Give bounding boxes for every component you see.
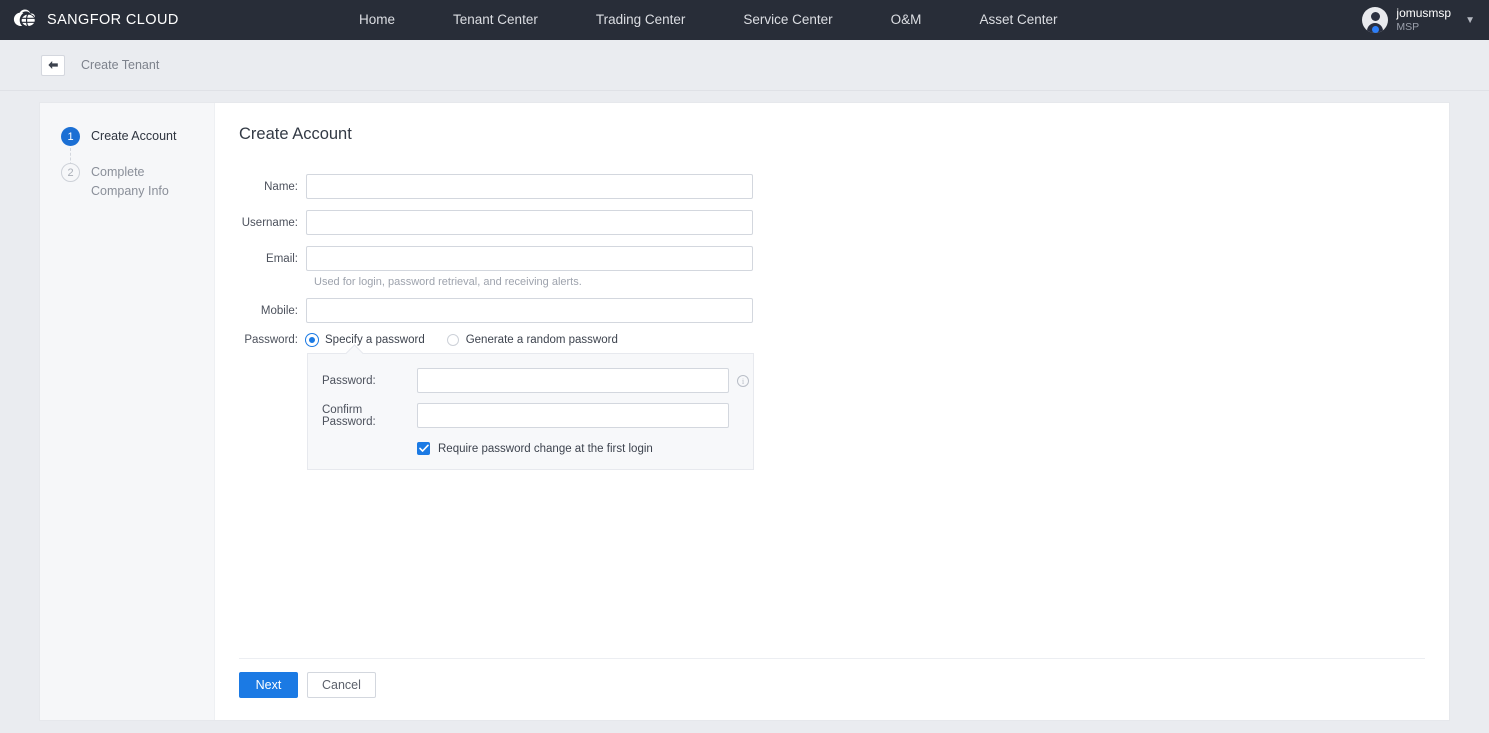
field-row-password: Password: i	[308, 368, 753, 393]
create-account-form-panel: Create Account Name: Username: Email: Us…	[215, 103, 1449, 720]
info-circle-icon[interactable]: i	[737, 374, 749, 387]
form-footer-actions: Next Cancel	[239, 658, 1425, 720]
nav-item-trading-center[interactable]: Trading Center	[567, 0, 715, 40]
nav-item-om[interactable]: O&M	[862, 0, 951, 40]
page-title: Create Account	[239, 125, 352, 143]
step-item-complete-company-info[interactable]: 2 Complete Company Info	[40, 163, 214, 201]
confirm-password-label: Confirm Password:	[322, 403, 376, 428]
nav-item-service-center[interactable]: Service Center	[714, 0, 861, 40]
user-avatar-icon	[1362, 7, 1389, 33]
step-number-badge: 1	[61, 127, 80, 146]
radio-unselected-icon	[446, 334, 459, 346]
cancel-button[interactable]: Cancel	[307, 672, 376, 698]
brand-name: SANGFOR CLOUD	[47, 12, 179, 28]
email-hint-text: Used for login, password retrieval, and …	[314, 276, 582, 288]
field-row-username: Username:	[239, 210, 1425, 235]
password-detail-panel: Password: i Confirm Password: Require pa…	[307, 353, 754, 470]
mobile-input[interactable]	[306, 298, 753, 323]
radio-selected-icon	[306, 334, 318, 346]
user-role: MSP	[1396, 20, 1420, 33]
mobile-label: Mobile:	[260, 304, 298, 317]
email-label: Email:	[266, 252, 298, 265]
user-name: jomusmsp	[1396, 6, 1452, 21]
brand-logo-area[interactable]: SANGFOR CLOUD	[0, 9, 330, 31]
password-mode-label: Password:	[244, 334, 298, 346]
username-input[interactable]	[306, 210, 753, 235]
create-tenant-card: 1 Create Account 2 Complete Company Info…	[40, 103, 1449, 720]
radio-label: Specify a password	[325, 334, 425, 346]
step-label: Create Account	[91, 129, 177, 143]
name-input[interactable]	[306, 174, 753, 199]
back-arrow-icon	[47, 60, 59, 70]
email-input[interactable]	[306, 246, 753, 271]
chevron-down-icon[interactable]: ▼	[1465, 15, 1475, 26]
breadcrumb-title: Create Tenant	[81, 58, 160, 72]
name-label: Name:	[264, 180, 298, 193]
nav-item-tenant-center[interactable]: Tenant Center	[424, 0, 567, 40]
back-button[interactable]	[41, 54, 65, 76]
password-label: Password:	[322, 374, 376, 387]
field-row-confirm-password: Confirm Password:	[308, 403, 753, 428]
user-info: jomusmsp MSP	[1396, 6, 1452, 33]
breadcrumb-bar: Create Tenant	[0, 40, 1489, 91]
page-content-wrapper: 1 Create Account 2 Complete Company Info…	[0, 91, 1489, 733]
user-menu[interactable]: jomusmsp MSP ▼	[1362, 0, 1479, 40]
form-body: Name: Username: Email: Used for login, p…	[239, 174, 1425, 658]
require-password-change-row: Require password change at the first log…	[308, 442, 753, 455]
step-number-badge: 2	[61, 163, 80, 182]
main-nav-links: Home Tenant Center Trading Center Servic…	[330, 0, 1086, 40]
step-label: Complete Company Info	[91, 165, 169, 198]
password-input[interactable]	[417, 368, 729, 393]
step-item-create-account[interactable]: 1 Create Account	[40, 127, 214, 170]
cloud-logo-icon	[12, 9, 38, 31]
require-password-change-checkbox[interactable]	[417, 442, 430, 455]
require-password-change-label: Require password change at the first log…	[438, 442, 653, 455]
username-label: Username:	[241, 216, 298, 229]
field-row-mobile: Mobile:	[239, 298, 1425, 323]
radio-generate-random-password[interactable]: Generate a random password	[446, 334, 618, 346]
nav-item-asset-center[interactable]: Asset Center	[950, 0, 1086, 40]
next-button[interactable]: Next	[239, 672, 298, 698]
confirm-password-input[interactable]	[417, 403, 729, 428]
step-rail: 1 Create Account 2 Complete Company Info	[40, 103, 215, 720]
field-row-name: Name:	[239, 174, 1425, 199]
field-row-email: Email:	[239, 246, 1425, 271]
radio-specify-password[interactable]: Specify a password	[306, 334, 425, 346]
field-row-password-mode: Password: Specify a password Generate a …	[239, 334, 1425, 346]
nav-item-home[interactable]: Home	[330, 0, 424, 40]
radio-label: Generate a random password	[465, 334, 618, 346]
top-navigation-bar: SANGFOR CLOUD Home Tenant Center Trading…	[0, 0, 1489, 40]
